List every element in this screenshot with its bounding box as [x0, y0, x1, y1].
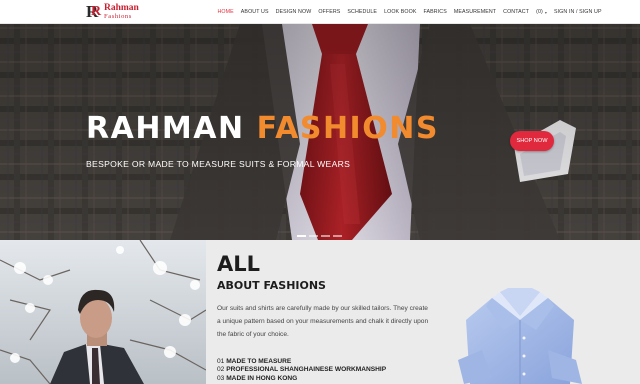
feature-list: 01 MADE TO MEASURE 02 PROFESSIONAL SHANG… — [217, 358, 386, 383]
about-heading: ABOUT FASHIONS — [217, 279, 326, 292]
nav-contact[interactable]: CONTACT — [500, 0, 533, 24]
feature-item: 02 PROFESSIONAL SHANGHAINESE WORKMANSHIP — [217, 366, 387, 374]
cart-dropdown[interactable]: (0) ▾ — [533, 0, 551, 24]
cart-count: (0) — [536, 9, 543, 15]
nav-design-now[interactable]: DESIGN NOW — [272, 0, 315, 24]
model-photo — [0, 240, 206, 384]
nav-offers[interactable]: OFFERS — [315, 0, 344, 24]
hero-title-word-2: FASHIONS — [256, 111, 439, 146]
nav-look-book[interactable]: LOOK BOOK — [381, 0, 420, 24]
hero-subtitle: BESPOKE OR MADE TO MEASURE SUITS & FORMA… — [86, 159, 351, 169]
site-header: R R Rahman Fashions HOME ABOUT US DESIGN… — [0, 0, 640, 24]
brand-tagline: Fashions — [104, 12, 132, 20]
slide-indicator-2[interactable] — [309, 235, 318, 237]
slide-indicator-3[interactable] — [321, 235, 330, 237]
brand-logo[interactable]: R R Rahman Fashions — [86, 1, 139, 21]
about-paragraph: Our suits and shirts are carefully made … — [217, 305, 429, 339]
folded-shirt-image — [452, 286, 588, 384]
hero-title-word-1: RAHMAN — [86, 111, 245, 146]
feature-item: 01 MADE TO MEASURE — [217, 358, 292, 365]
slide-indicator-1[interactable] — [297, 235, 306, 237]
slide-indicator-4[interactable] — [333, 235, 342, 237]
about-section: ALL ABOUT FASHIONS Our suits and shirts … — [0, 240, 640, 384]
shop-now-button[interactable]: SHOP NOW — [510, 131, 554, 151]
nav-about-us[interactable]: ABOUT US — [237, 0, 272, 24]
feature-item: 03 MADE IN HONG KONG — [217, 374, 298, 382]
hero-banner: RAHMAN FASHIONS BESPOKE OR MADE TO MEASU… — [0, 24, 640, 240]
sign-in-link[interactable]: SIGN IN / SIGN UP — [550, 0, 605, 24]
hero-title: RAHMAN FASHIONS — [86, 114, 439, 144]
nav-measurement[interactable]: MEASUREMENT — [450, 0, 499, 24]
about-heading-large: ALL — [217, 252, 261, 276]
nav-schedule[interactable]: SCHEDULE — [344, 0, 381, 24]
nav-fabrics[interactable]: FABRICS — [420, 0, 450, 24]
chevron-down-icon: ▾ — [544, 9, 547, 15]
main-nav: HOME ABOUT US DESIGN NOW OFFERS SCHEDULE… — [214, 0, 605, 24]
slider-pagination — [297, 235, 342, 237]
nav-home[interactable]: HOME — [214, 0, 237, 24]
logo-monogram: R R — [86, 1, 102, 21]
